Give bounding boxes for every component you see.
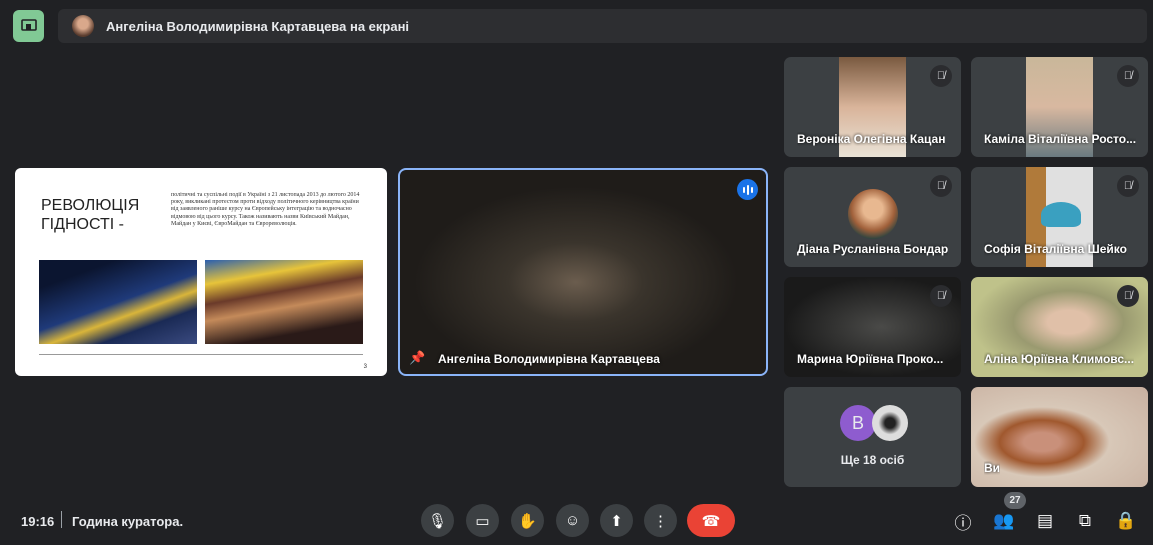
emoji-icon: ☺ [564, 512, 581, 529]
slide-title: РЕВОЛЮЦІЯ ГІДНОСТІ - [41, 197, 140, 233]
clock: 19:16 [21, 514, 55, 529]
presentation-banner: Ангеліна Володимирівна Картавцева на екр… [58, 9, 1147, 43]
participant-name: Софія Віталіївна Шейко [984, 242, 1127, 256]
camera-icon: ▭ [475, 512, 490, 530]
mic-off-icon: 🎙̸ [1117, 65, 1139, 87]
slide-photo-maidan [39, 260, 197, 344]
participant-name: Аліна Юріївна Климовс... [984, 352, 1135, 366]
chat-button[interactable]: ▤ [1033, 509, 1057, 533]
main-video-name: Ангеліна Володимирівна Картавцева [438, 352, 660, 366]
speaking-indicator-icon [737, 179, 758, 200]
participant-tile[interactable]: 🎙̸ Марина Юріївна Проко... [784, 277, 961, 377]
microphone-icon: 🎙 [427, 512, 448, 530]
activities-button[interactable]: ⧉ [1073, 509, 1097, 533]
participant-name: Каміла Віталіївна Росто... [984, 132, 1137, 146]
participant-avatar [872, 405, 908, 441]
raise-hand-button[interactable]: ✋ [511, 504, 544, 537]
mic-off-icon: 🎙̸ [930, 175, 952, 197]
participant-tile[interactable]: 🎙̸ Діана Русланівна Бондар [784, 167, 961, 267]
main-video-tile[interactable]: 📌 Ангеліна Володимирівна Картавцева [398, 168, 768, 376]
people-icon: 👥 [993, 511, 1015, 530]
participant-tile[interactable]: 🎙̸ Софія Віталіївна Шейко [971, 167, 1148, 267]
presenting-icon[interactable] [13, 10, 44, 42]
slide-photo-flag [205, 260, 363, 344]
leave-call-button[interactable]: ☎ [687, 504, 735, 537]
present-screen-icon: ⬆ [610, 512, 623, 530]
participant-count-badge: 27 [1004, 492, 1026, 509]
participant-tile[interactable]: 🎙̸ Каміла Віталіївна Росто... [971, 57, 1148, 157]
microphone-button[interactable]: 🎙 [421, 504, 454, 537]
hang-up-icon: ☎ [701, 512, 721, 530]
control-bar: 19:16 Година куратора. 🎙 ▭ ✋ ☺ ⬆ ⋮ ☎ ⓘ 2… [0, 492, 1153, 545]
host-controls-button[interactable]: 🔒 [1114, 509, 1138, 533]
mic-off-icon: 🎙̸ [1117, 175, 1139, 197]
self-video-tile[interactable]: Ви [971, 387, 1148, 487]
meeting-title: Година куратора. [72, 514, 184, 529]
presenter-avatar [72, 15, 94, 37]
participant-avatar [848, 189, 898, 239]
slide-divider [39, 354, 363, 355]
mic-off-icon: 🎙̸ [930, 285, 952, 307]
mic-off-icon: 🎙̸ [1117, 285, 1139, 307]
participant-avatar: В [840, 405, 876, 441]
meeting-details-button[interactable]: ⓘ [951, 509, 975, 533]
slide-body: політичні та суспільні події в Україні з… [171, 192, 360, 227]
participant-name: Діана Русланівна Бондар [797, 242, 949, 256]
lock-icon: 🔒 [1115, 511, 1137, 530]
more-participants-tile[interactable]: В Ще 18 осіб [784, 387, 961, 487]
more-vert-icon: ⋮ [653, 512, 668, 530]
people-button[interactable]: 👥 [992, 509, 1016, 533]
present-button[interactable]: ⬆ [600, 504, 633, 537]
pin-icon[interactable]: 📌 [409, 350, 425, 366]
participant-name: Ви [984, 461, 1001, 475]
mic-off-icon: 🎙̸ [930, 65, 952, 87]
chat-icon: ▤ [1036, 511, 1054, 530]
banner-text: Ангеліна Володимирівна Картавцева на екр… [106, 18, 410, 34]
presentation-slide[interactable]: РЕВОЛЮЦІЯ ГІДНОСТІ - політичні та суспіл… [15, 168, 387, 376]
divider [61, 511, 62, 528]
participant-tile[interactable]: 🎙̸ Аліна Юріївна Климовс... [971, 277, 1148, 377]
info-icon: ⓘ [954, 513, 972, 533]
camera-button[interactable]: ▭ [466, 504, 499, 537]
activities-icon: ⧉ [1078, 511, 1092, 530]
more-options-button[interactable]: ⋮ [644, 504, 677, 537]
reactions-button[interactable]: ☺ [556, 504, 589, 537]
participant-tile[interactable]: 🎙̸ Вероніка Олегівна Кацан [784, 57, 961, 157]
participant-name: Марина Юріївна Проко... [797, 352, 944, 366]
more-participants-label: Ще 18 осіб [840, 453, 905, 467]
slide-page-number: 3 [363, 364, 367, 370]
hand-icon: ✋ [518, 512, 537, 530]
participant-name: Вероніка Олегівна Кацан [797, 132, 946, 146]
